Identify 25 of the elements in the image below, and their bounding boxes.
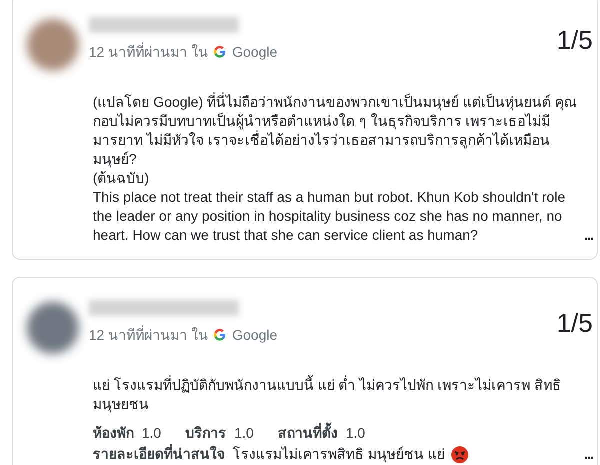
review-text: This place not treat their staff as a human but robot. Khun Kob shouldn't role the leader or any position in hospitality business coz she has no manner, no heart. How can we trust that she can service client as human? bbox=[93, 188, 566, 245]
google-logo-icon bbox=[213, 45, 228, 59]
source-name: Google bbox=[232, 327, 278, 343]
highlight-label: รายละเอียดที่น่าสนใจ bbox=[93, 445, 225, 464]
avatar bbox=[25, 17, 81, 73]
aspect-label: ห้องพัก bbox=[93, 425, 134, 441]
review-time: 12 นาทีที่ผ่านมา ใน bbox=[89, 42, 208, 62]
aspect-score: 1.0 bbox=[142, 425, 162, 441]
review-time: 12 นาทีที่ผ่านมา ใน bbox=[89, 324, 208, 345]
angry-face-icon bbox=[450, 446, 469, 464]
aspect-label: บริการ bbox=[185, 425, 226, 441]
aspect-label: สถานที่ตั้ง bbox=[278, 425, 338, 441]
more-options-button[interactable]: ... bbox=[584, 227, 593, 243]
source-name: Google bbox=[232, 44, 278, 60]
highlight-text: โรงแรมไม่เคารพสิทธิ มนุษย์ชน แย่ bbox=[233, 445, 445, 464]
google-logo-icon bbox=[213, 328, 228, 342]
aspect-score: 1.0 bbox=[234, 425, 254, 441]
aspect-score: 1.0 bbox=[346, 425, 366, 441]
rating: 1/5 bbox=[556, 25, 593, 56]
review-text: (แปลโดย Google) ที่นี่ไม่ถือว่าพนักงานของพวกเขาเป็นมนุษย์ แต่เป็นหุ่นยนต์ คุณกอบไม่ควรมีบทบาทเป็นผู้นำหรือตำแหน่งใด ๆ ในธุรกิจบริการ เพราะเธอไม่มีมารยาท ไม่มีหัวใจ เราจะเชื่อได้อย่างไรว่าเธอสามารถบริการลูกค้าได้เหมือนมนุษย์? bbox=[93, 93, 578, 169]
more-options-button[interactable]: ... bbox=[584, 446, 593, 462]
review-text: แย่ โรงแรมที่ปฏิบัติกับพนักงานแบบนี้ แย่ ต่ำ ไม่ควรไปพัก เพราะไม่เคารพ สิทธิมนุษยชน bbox=[93, 376, 562, 414]
avatar bbox=[25, 300, 81, 356]
rating: 1/5 bbox=[556, 308, 593, 339]
review-text: (ต้นฉบับ) bbox=[93, 169, 150, 188]
